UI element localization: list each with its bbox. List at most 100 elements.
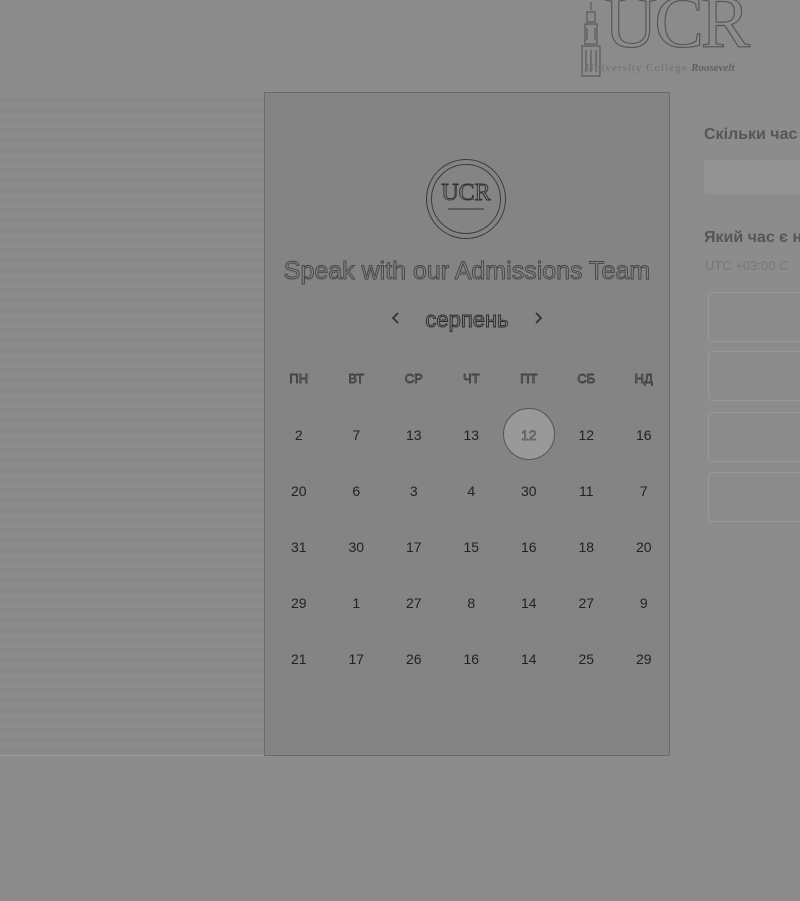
- weekday-label: ПН: [289, 371, 309, 387]
- calendar-day-number: 12: [578, 427, 595, 443]
- calendar-day-number: 26: [405, 651, 422, 667]
- calendar-day[interactable]: 15: [443, 519, 501, 575]
- calendar-day-number: 8: [467, 595, 476, 611]
- duration-question: Скільки час: [704, 126, 798, 143]
- calendar-day[interactable]: 30: [328, 519, 386, 575]
- widget-logo: UCR: [426, 159, 506, 239]
- calendar-day[interactable]: 14: [500, 631, 558, 687]
- calendar-day[interactable]: 7: [328, 407, 386, 463]
- time-slot-button[interactable]: [708, 412, 800, 462]
- calendar-week-row: 20 6 3 4 30 11 7: [270, 463, 666, 519]
- calendar-day-number: 14: [520, 651, 537, 667]
- calendar-day-number: 21: [290, 651, 307, 667]
- calendar-day[interactable]: 17: [328, 631, 386, 687]
- calendar-day[interactable]: 29: [615, 631, 673, 687]
- calendar-day[interactable]: 27: [385, 575, 443, 631]
- calendar-week-row: 31 30 17 15 16 18 20: [270, 519, 666, 575]
- booking-widget: UCR Speak with our Admissions Team серпе…: [264, 92, 670, 756]
- calendar-day-number: 30: [520, 483, 537, 499]
- weekday-label: СР: [404, 371, 423, 387]
- calendar-day[interactable]: 8: [443, 575, 501, 631]
- site-header: UCR University College Roosevelt: [0, 0, 800, 93]
- calendar-day[interactable]: 9: [615, 575, 673, 631]
- calendar-day[interactable]: 29: [270, 575, 328, 631]
- calendar-day[interactable]: 4: [443, 463, 501, 519]
- page-footer-area: [0, 755, 800, 901]
- calendar-day-number: 1: [352, 595, 361, 611]
- widget-logo-mark: UCR: [441, 180, 491, 206]
- ucr-logo[interactable]: UCR University College Roosevelt: [570, 0, 800, 80]
- weekday-label: ПТ: [520, 371, 538, 387]
- calendar-day[interactable]: 20: [615, 519, 673, 575]
- calendar-day[interactable]: 20: [270, 463, 328, 519]
- calendar-day[interactable]: 6: [328, 463, 386, 519]
- calendar-day-number: 3: [409, 483, 418, 499]
- calendar-day-number: 4: [467, 483, 476, 499]
- widget-title: Speak with our Admissions Team: [283, 257, 651, 286]
- calendar-day[interactable]: 13: [385, 407, 443, 463]
- calendar-day[interactable]: 17: [385, 519, 443, 575]
- calendar-day[interactable]: 3: [385, 463, 443, 519]
- weekday-label: НД: [634, 371, 653, 387]
- calendar-day[interactable]: 2: [270, 407, 328, 463]
- calendar-day[interactable]: 12: [558, 407, 616, 463]
- calendar-day-number: 9: [639, 595, 648, 611]
- weekday-label: ЧТ: [462, 371, 480, 387]
- calendar-week-row: 2 7 13 13 12 12 16: [270, 407, 666, 463]
- logo-wordmark: UCR: [603, 0, 750, 64]
- calendar-day-number: 13: [405, 427, 422, 443]
- calendar-day[interactable]: 16: [443, 631, 501, 687]
- calendar-day[interactable]: 1: [328, 575, 386, 631]
- calendar-day-number: 14: [520, 595, 537, 611]
- calendar-day[interactable]: 13: [443, 407, 501, 463]
- weekday-label: СБ: [577, 371, 596, 387]
- calendar-day-number: 2: [294, 427, 303, 443]
- calendar-day-number: 17: [405, 539, 422, 555]
- calendar-day-number: 20: [635, 539, 652, 555]
- calendar-day[interactable]: 11: [558, 463, 616, 519]
- calendar-day[interactable]: 16: [500, 519, 558, 575]
- calendar-day[interactable]: 14: [500, 575, 558, 631]
- weekday-label: ВТ: [348, 371, 365, 387]
- calendar-day-number: 11: [578, 483, 594, 499]
- weekday-header: ПН ВТ СР ЧТ ПТ СБ НД: [270, 351, 666, 407]
- calendar-day-number: 30: [348, 539, 365, 555]
- calendar-day[interactable]: 16: [615, 407, 673, 463]
- calendar-day[interactable]: 21: [270, 631, 328, 687]
- calendar-week-row: 21 17 26 16 14 25 29: [270, 631, 666, 687]
- logo-subtitle: University College Roosevelt: [586, 62, 735, 74]
- calendar-day[interactable]: 7: [615, 463, 673, 519]
- calendar-day[interactable]: 27: [558, 575, 616, 631]
- time-question: Який час є н: [704, 229, 800, 246]
- time-slot-button[interactable]: [708, 292, 800, 342]
- calendar-day[interactable]: 25: [558, 631, 616, 687]
- calendar-day-number: 17: [348, 651, 365, 667]
- chevron-left-icon[interactable]: [391, 309, 401, 330]
- widget-logo-line: [427, 207, 505, 212]
- calendar-grid: ПН ВТ СР ЧТ ПТ СБ НД 2 7 13 13 12 12 16 20 6 3 4 30…: [270, 351, 666, 687]
- time-slot-button[interactable]: [708, 351, 800, 401]
- time-slot-button[interactable]: [708, 472, 800, 522]
- calendar-day-number: 7: [352, 427, 361, 443]
- calendar-day-number: 6: [352, 483, 361, 499]
- calendar-day[interactable]: 26: [385, 631, 443, 687]
- chevron-right-icon[interactable]: [533, 309, 543, 330]
- calendar-day[interactable]: 18: [558, 519, 616, 575]
- calendar-day-number: 16: [520, 539, 537, 555]
- logo-subtitle-name: Roosevelt: [691, 62, 735, 74]
- booking-details-panel: Скільки час Який час є н UTC +03:00 C: [671, 92, 800, 756]
- calendar-day[interactable]: 30: [500, 463, 558, 519]
- calendar-day-selected[interactable]: 12: [500, 407, 558, 463]
- left-panel: [0, 93, 264, 755]
- month-label: серпень: [425, 307, 509, 333]
- duration-select[interactable]: [704, 160, 800, 194]
- logo-subtitle-main: University College: [586, 62, 688, 74]
- calendar-day-number: 20: [290, 483, 307, 499]
- calendar-day-number: 12: [520, 427, 537, 444]
- calendar-day-number: 27: [405, 595, 422, 611]
- calendar-day[interactable]: 31: [270, 519, 328, 575]
- calendar-day-number: 31: [290, 539, 307, 555]
- calendar-day-number: 18: [578, 539, 595, 555]
- calendar-body: 2 7 13 13 12 12 16 20 6 3 4 30 11 7 31 30 17 15 16 18 20 29 1 2…: [270, 407, 666, 687]
- timezone-label[interactable]: UTC +03:00 C: [705, 258, 788, 273]
